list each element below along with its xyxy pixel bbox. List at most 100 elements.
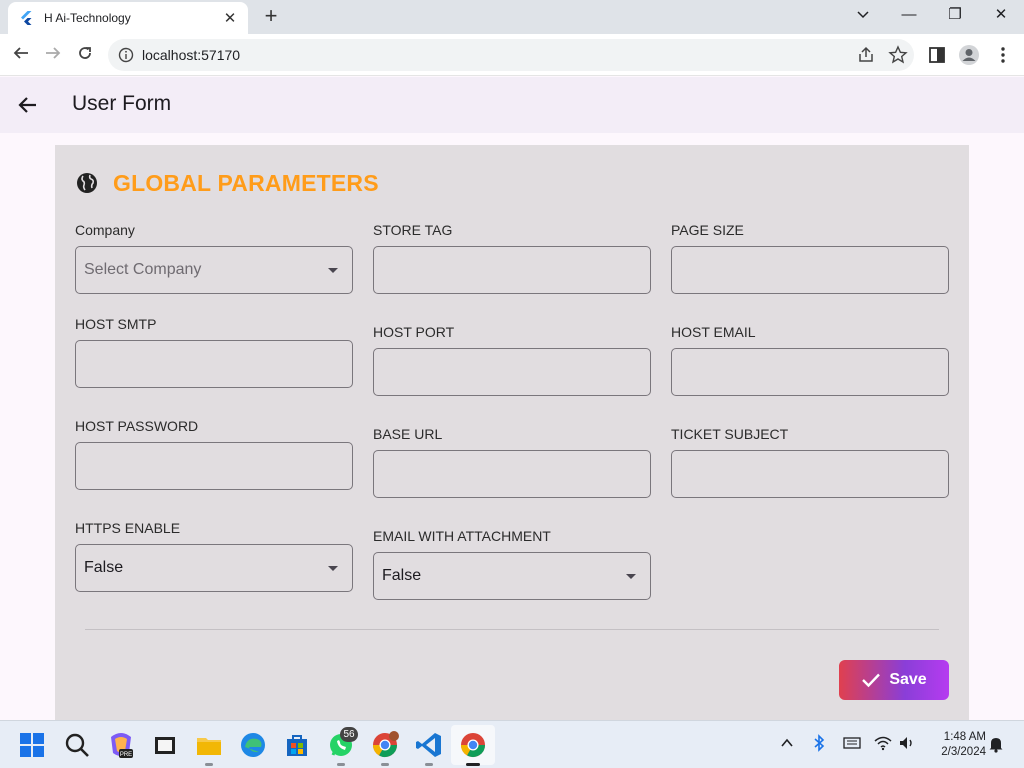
chevron-up-icon[interactable] bbox=[780, 736, 794, 750]
save-button-label: Save bbox=[889, 671, 927, 688]
clock-time: 1:48 AM bbox=[943, 731, 986, 743]
company-dropdown[interactable]: Select Company bbox=[75, 246, 353, 294]
chrome-icon[interactable] bbox=[457, 729, 489, 761]
store-tag-label: STORE TAG bbox=[373, 222, 453, 238]
share-icon[interactable] bbox=[856, 45, 876, 65]
ticket-subject-input[interactable] bbox=[672, 451, 948, 497]
dropdown-caret-icon bbox=[328, 566, 338, 571]
browser-tab[interactable]: H Ai-Technology ✕ bbox=[8, 2, 248, 34]
running-indicator bbox=[381, 763, 389, 766]
browser-toolbar: localhost:57170 bbox=[0, 34, 1024, 76]
page-size-field[interactable] bbox=[671, 246, 949, 294]
arrow-right-icon bbox=[46, 47, 61, 59]
edge-browser-icon[interactable] bbox=[237, 729, 269, 761]
restore-button[interactable]: ❐ bbox=[932, 0, 978, 30]
browser-back-button[interactable] bbox=[6, 40, 36, 70]
store-tag-field[interactable] bbox=[373, 246, 651, 294]
system-clock[interactable]: 1:48 AM 2/3/2024 bbox=[926, 730, 986, 760]
minimize-button[interactable]: — bbox=[886, 0, 932, 30]
globe-icon bbox=[77, 173, 97, 193]
copilot-icon[interactable]: PRE bbox=[105, 729, 137, 761]
section-header: GLOBAL PARAMETERS bbox=[75, 169, 379, 197]
search-icon[interactable] bbox=[61, 729, 93, 761]
new-tab-button[interactable]: + bbox=[258, 4, 284, 30]
ticket-subject-label: TICKET SUBJECT bbox=[671, 426, 789, 442]
whatsapp-notification-badge: 56 bbox=[340, 727, 358, 742]
browser-forward-button[interactable] bbox=[38, 40, 68, 70]
task-view-icon[interactable] bbox=[149, 729, 181, 761]
browser-tab-strip: H Ai-Technology ✕ + — ❐ ✕ bbox=[0, 0, 1024, 34]
company-label: Company bbox=[75, 222, 135, 238]
base-url-label: BASE URL bbox=[373, 426, 443, 442]
page-title: User Form bbox=[72, 92, 172, 115]
keyboard-icon[interactable] bbox=[843, 736, 861, 750]
host-email-input[interactable] bbox=[672, 349, 948, 395]
bookmark-star-icon[interactable] bbox=[888, 45, 908, 65]
chrome-profile-icon[interactable] bbox=[369, 729, 401, 761]
reload-button[interactable] bbox=[70, 40, 100, 70]
dropdown-caret-icon bbox=[328, 268, 338, 273]
close-window-button[interactable]: ✕ bbox=[978, 0, 1024, 30]
windows-taskbar: PRE 56 1:48 AM 2/3/2024 bbox=[0, 720, 1024, 768]
file-explorer-icon[interactable] bbox=[193, 729, 225, 761]
chevron-down-icon bbox=[857, 11, 869, 19]
running-indicator bbox=[425, 763, 433, 766]
profile-avatar-icon[interactable] bbox=[958, 44, 980, 66]
svg-text:PRE: PRE bbox=[120, 752, 132, 758]
clock-date: 2/3/2024 bbox=[941, 746, 986, 758]
url-text: localhost:57170 bbox=[142, 47, 241, 63]
host-port-field[interactable] bbox=[373, 348, 651, 396]
tab-search-button[interactable] bbox=[840, 0, 886, 30]
save-button[interactable]: Save bbox=[839, 660, 949, 700]
running-indicator bbox=[337, 763, 345, 766]
host-password-label: HOST PASSWORD bbox=[75, 418, 199, 434]
host-smtp-input[interactable] bbox=[76, 341, 352, 387]
dropdown-caret-icon bbox=[626, 574, 636, 579]
base-url-field[interactable] bbox=[373, 450, 651, 498]
https-enable-value: False bbox=[84, 559, 124, 576]
checkmark-icon bbox=[862, 673, 881, 688]
side-panel-icon[interactable] bbox=[926, 44, 948, 66]
running-indicator bbox=[205, 763, 213, 766]
company-placeholder: Select Company bbox=[84, 261, 202, 278]
email-with-attachment-value: False bbox=[382, 567, 422, 584]
host-port-label: HOST PORT bbox=[373, 324, 455, 340]
ticket-subject-field[interactable] bbox=[671, 450, 949, 498]
windows-start-icon[interactable] bbox=[16, 729, 48, 761]
host-password-field[interactable] bbox=[75, 442, 353, 490]
host-smtp-label: HOST SMTP bbox=[75, 316, 157, 332]
form-divider bbox=[85, 629, 939, 630]
host-port-input[interactable] bbox=[374, 349, 650, 395]
page-size-label: PAGE SIZE bbox=[671, 222, 744, 238]
volume-icon[interactable] bbox=[898, 735, 916, 751]
site-info-icon[interactable] bbox=[118, 47, 134, 63]
reload-icon bbox=[79, 47, 91, 59]
active-indicator bbox=[466, 763, 480, 766]
wifi-icon[interactable] bbox=[874, 735, 892, 751]
back-arrow-icon[interactable] bbox=[14, 91, 42, 119]
section-title: GLOBAL PARAMETERS bbox=[113, 169, 379, 196]
email-with-attachment-dropdown[interactable]: False bbox=[373, 552, 651, 600]
address-bar[interactable]: localhost:57170 bbox=[108, 39, 914, 71]
bluetooth-icon[interactable] bbox=[812, 734, 826, 752]
kebab-menu-icon[interactable] bbox=[992, 44, 1014, 66]
notification-bell-icon[interactable] bbox=[988, 735, 1004, 753]
host-email-label: HOST EMAIL bbox=[671, 324, 756, 340]
base-url-input[interactable] bbox=[374, 451, 650, 497]
host-email-field[interactable] bbox=[671, 348, 949, 396]
host-smtp-field[interactable] bbox=[75, 340, 353, 388]
https-enable-label: HTTPS ENABLE bbox=[75, 520, 181, 536]
tab-close-icon[interactable]: ✕ bbox=[222, 9, 238, 27]
microsoft-store-icon[interactable] bbox=[281, 729, 313, 761]
tab-title: H Ai-Technology bbox=[44, 11, 131, 25]
vscode-icon[interactable] bbox=[413, 729, 445, 761]
host-password-input[interactable] bbox=[76, 443, 352, 489]
global-parameters-form: GLOBAL PARAMETERS Company Select Company… bbox=[55, 145, 969, 721]
app-bar: User Form bbox=[0, 77, 1024, 133]
email-with-attachment-label: EMAIL WITH ATTACHMENT bbox=[373, 528, 551, 544]
arrow-left-icon bbox=[13, 47, 28, 59]
store-tag-input[interactable] bbox=[374, 247, 650, 293]
https-enable-dropdown[interactable]: False bbox=[75, 544, 353, 592]
page-size-input[interactable] bbox=[672, 247, 948, 293]
flutter-icon bbox=[21, 11, 32, 25]
